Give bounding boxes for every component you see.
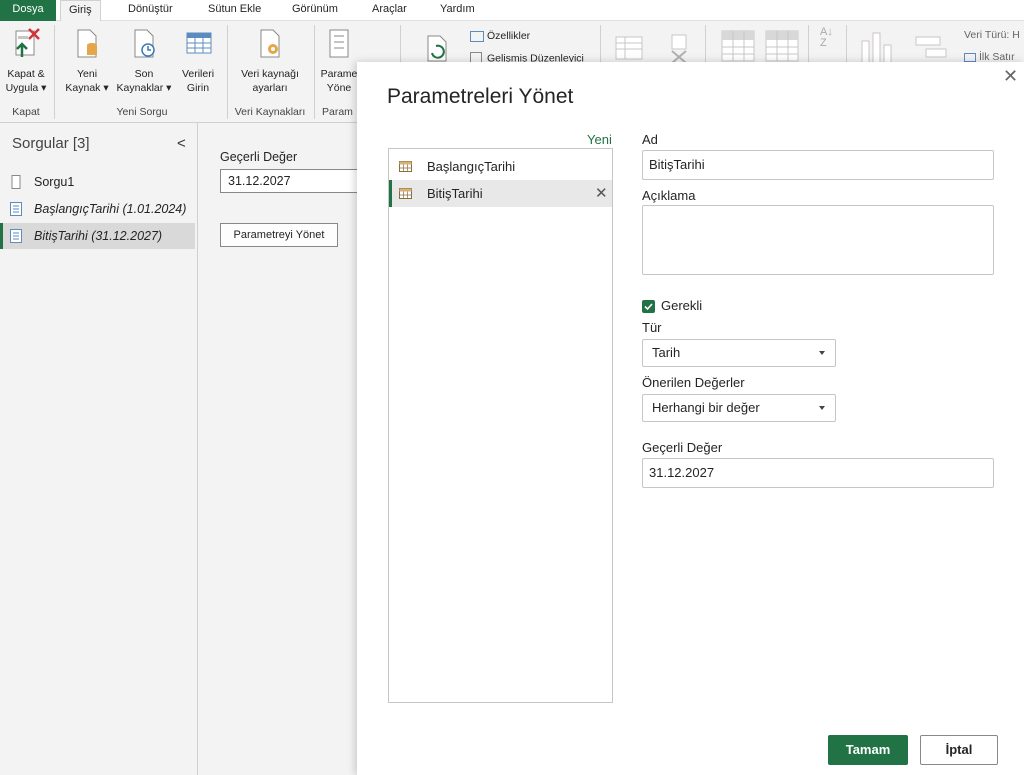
chevron-down-icon (819, 351, 825, 355)
keep-rows-icon (721, 30, 755, 62)
group-label-data-sources: Veri Kaynakları (234, 106, 306, 118)
parameter-preview-pane: Geçerli Değer 31.12.2027 Parametreyi Yön… (199, 123, 360, 775)
data-source-settings-label-1: Veri kaynağı (241, 68, 299, 80)
recent-sources-label-1: Son (134, 68, 154, 80)
new-source-icon (77, 29, 97, 58)
description-label: Açıklama (642, 188, 696, 203)
manage-parameters-label-1: Parame (320, 68, 358, 80)
manage-parameters-icon (329, 29, 349, 58)
sort-icon: A↓ Z (820, 26, 833, 49)
enter-data-label-2: Girin (186, 82, 210, 94)
close-apply-button[interactable]: Kapat & Uygula ▾ (2, 27, 50, 95)
name-label: Ad (642, 132, 658, 147)
tab-add-column[interactable]: Sütun Ekle (200, 0, 269, 21)
group-label-close: Kapat (12, 106, 40, 118)
properties-icon (470, 30, 484, 42)
recent-sources-label-2: Kaynaklar ▾ (116, 82, 172, 94)
query-label: BitişTarihi (31.12.2027) (34, 229, 163, 243)
tab-tools[interactable]: Araçlar (364, 0, 415, 21)
manage-parameters-dialog: ✕ Parametreleri Yönet Yeni BaşlangıçTari… (357, 62, 1024, 775)
remove-columns-icon (671, 34, 687, 63)
data-type-dropdown[interactable]: Veri Türü: H (964, 29, 1020, 41)
enter-data-button[interactable]: Verileri Girin (176, 27, 220, 95)
required-label: Gerekli (661, 298, 703, 313)
tab-home[interactable]: Giriş (60, 0, 101, 21)
queries-pane: Sorgular [3] < Sorgu1 BaşlangıçTarihi (1… (0, 123, 198, 775)
data-source-settings-label-2: ayarları (252, 82, 288, 94)
choose-columns-icon (615, 36, 643, 60)
collapse-pane-button[interactable]: < (177, 135, 186, 152)
tab-file[interactable]: Dosya (0, 0, 56, 21)
parameter-item-start-date[interactable]: BaşlangıçTarihi (389, 153, 612, 180)
ribbon-divider (314, 25, 315, 119)
properties-label: Özellikler (487, 30, 531, 42)
query-label: Sorgu1 (34, 175, 75, 189)
current-value-label: Geçerli Değer (220, 150, 298, 164)
manage-parameters-label-2: Yöne (326, 82, 352, 94)
manage-parameter-button[interactable]: Parametreyi Yönet (220, 223, 338, 247)
cancel-button[interactable]: İptal (920, 735, 998, 765)
dialog-title: Parametreleri Yönet (387, 85, 574, 108)
query-item-sorgu1[interactable]: Sorgu1 (0, 169, 195, 195)
suggested-values-label: Önerilen Değerler (642, 375, 745, 390)
recent-sources-icon (134, 29, 155, 58)
current-value-input[interactable]: 31.12.2027 (220, 169, 360, 193)
description-textarea[interactable] (642, 205, 994, 275)
parameter-list: BaşlangıçTarihi BitişTarihi ✕ (388, 148, 613, 703)
suggested-values-dropdown[interactable]: Herhangi bir değer (642, 394, 836, 422)
data-source-settings-icon (260, 29, 280, 58)
query-label: BaşlangıçTarihi (1.01.2024) (34, 202, 187, 216)
new-source-label-2: Kaynak ▾ (65, 82, 109, 94)
close-apply-label-1: Kapat & (7, 68, 45, 80)
close-icon[interactable]: ✕ (1003, 66, 1018, 87)
close-apply-label-2: Uygula ▾ (5, 82, 47, 94)
first-row-icon (964, 52, 976, 62)
close-apply-icon (15, 28, 40, 57)
parameter-item-end-date[interactable]: BitişTarihi ✕ (389, 180, 612, 207)
ribbon-tabbar: Dosya Giriş Dönüştür Sütun Ekle Görünüm … (0, 0, 1024, 21)
new-source-label-1: Yeni (76, 68, 98, 80)
ribbon-divider (227, 25, 228, 119)
chevron-down-icon (819, 406, 825, 410)
split-column-icon (861, 32, 892, 63)
group-label-new-query: Yeni Sorgu (116, 106, 168, 118)
parameter-label: BaşlangıçTarihi (427, 159, 516, 174)
checkmark-icon (644, 303, 653, 311)
current-value-input[interactable]: 31.12.2027 (642, 458, 994, 488)
parameter-table-icon (399, 188, 412, 199)
refresh-icon (427, 35, 447, 62)
tab-transform[interactable]: Dönüştür (120, 0, 181, 21)
parameter-label: BitişTarihi (427, 186, 483, 201)
parameter-icon (10, 229, 22, 243)
query-icon (11, 175, 21, 189)
type-label: Tür (642, 320, 662, 335)
new-parameter-link[interactable]: Yeni (587, 132, 612, 147)
tab-help[interactable]: Yardım (432, 0, 483, 21)
properties-button[interactable]: Özellikler (470, 30, 530, 42)
query-item-start-date[interactable]: BaşlangıçTarihi (1.01.2024) (0, 196, 195, 222)
queries-pane-title: Sorgular [3] (12, 135, 90, 152)
new-source-button[interactable]: Yeni Kaynak ▾ (62, 27, 112, 95)
parameter-icon (10, 202, 22, 216)
table-icon (186, 32, 212, 54)
group-label-parameters: Param (322, 106, 353, 118)
parameter-table-icon (399, 161, 412, 172)
ribbon-divider (54, 25, 55, 119)
ok-button[interactable]: Tamam (828, 735, 908, 765)
suggested-values-value: Herhangi bir değer (652, 400, 760, 415)
type-value: Tarih (652, 345, 681, 360)
required-checkbox[interactable] (642, 300, 655, 313)
type-dropdown[interactable]: Tarih (642, 339, 836, 367)
delete-parameter-icon[interactable]: ✕ (595, 180, 608, 207)
query-item-end-date[interactable]: BitişTarihi (31.12.2027) (0, 223, 195, 249)
remove-rows-icon (765, 30, 799, 62)
group-by-icon (915, 36, 947, 58)
name-input[interactable]: BitişTarihi (642, 150, 994, 180)
data-source-settings-button[interactable]: Veri kaynağı ayarları (232, 27, 308, 95)
recent-sources-button[interactable]: Son Kaynaklar ▾ (114, 27, 174, 95)
manage-parameters-button[interactable]: Parame Yöne (318, 27, 360, 95)
tab-view[interactable]: Görünüm (284, 0, 346, 21)
enter-data-label-1: Verileri (181, 68, 215, 80)
current-value-label: Geçerli Değer (642, 440, 723, 455)
